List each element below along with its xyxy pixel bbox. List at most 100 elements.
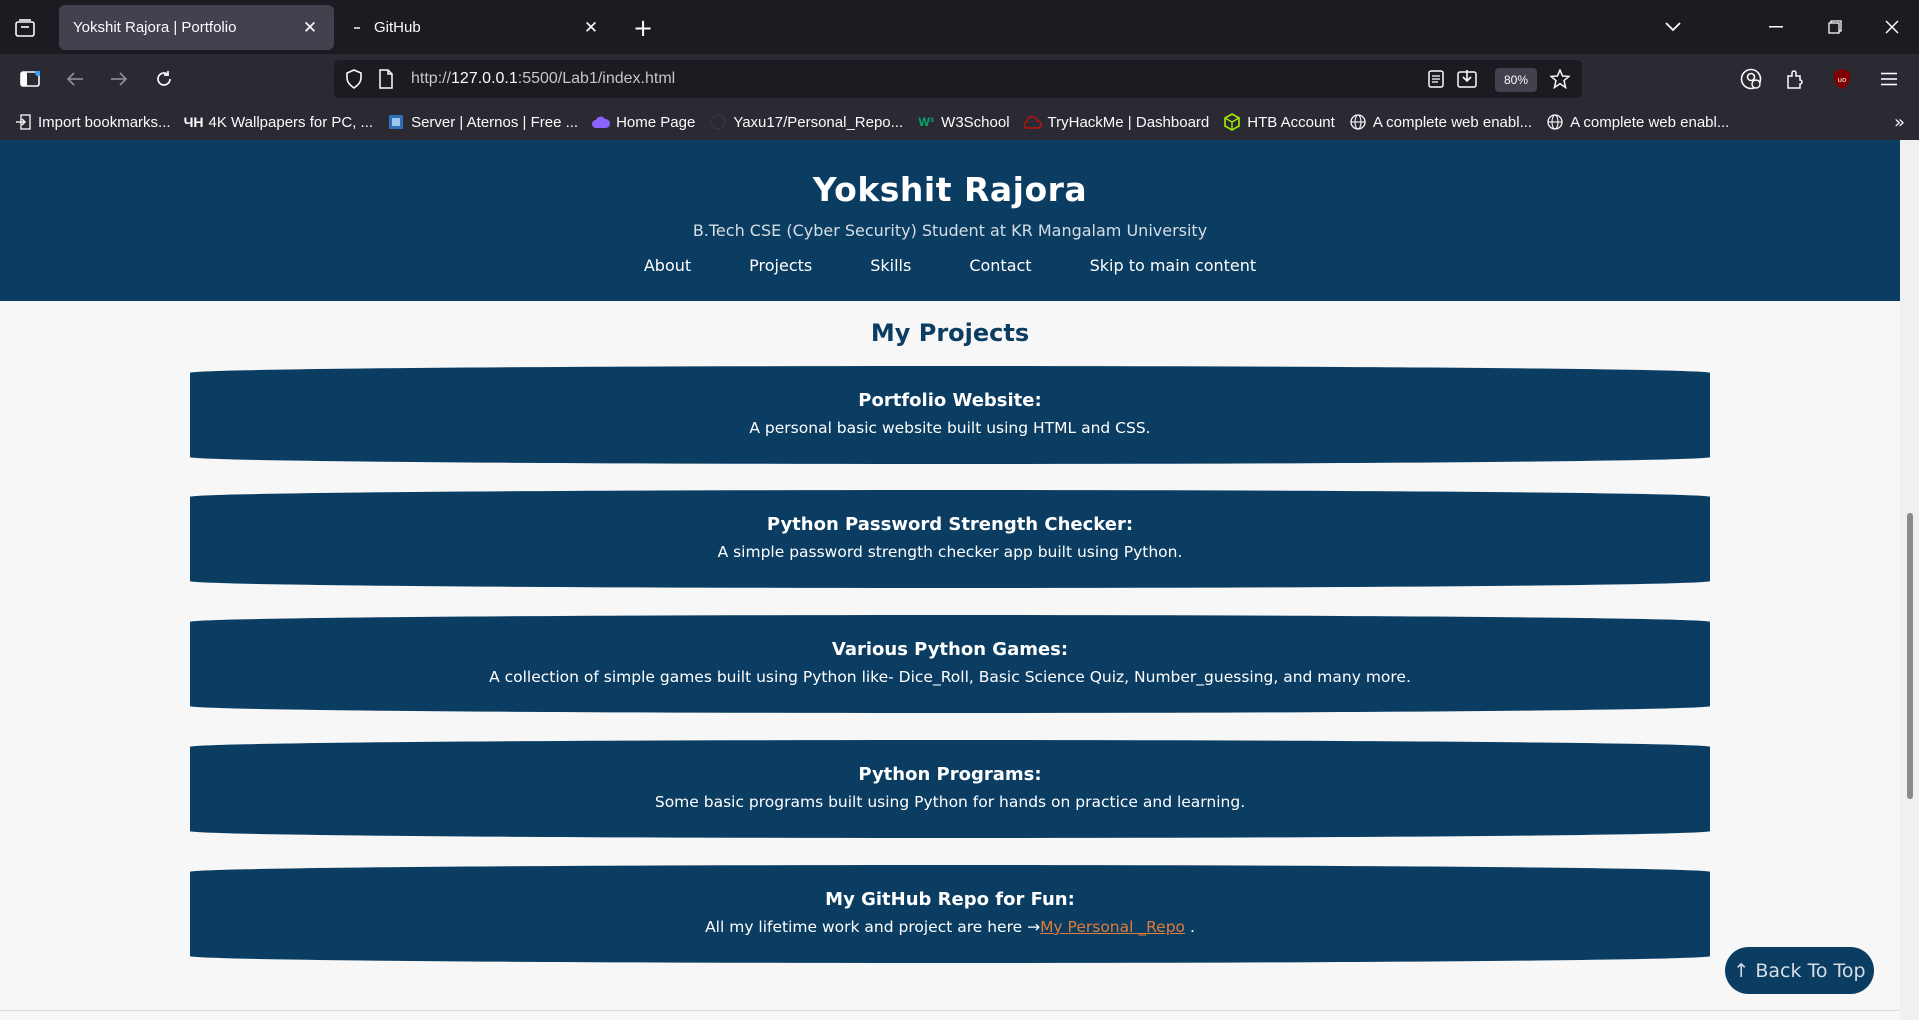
back-icon[interactable] (59, 63, 91, 95)
project-title: Portfolio Website: (858, 390, 1042, 411)
page-scrollbar[interactable] (1900, 140, 1919, 1020)
globe-icon (1349, 113, 1367, 131)
project-card: Various Python Games: A collection of si… (190, 615, 1710, 713)
address-bar[interactable]: http://127.0.0.1:5500/Lab1/index.html 80… (334, 60, 1582, 98)
bookmark-label: Import bookmarks... (38, 113, 171, 131)
htb-icon (1223, 113, 1241, 131)
bookmarks-overflow-icon[interactable]: » (1894, 112, 1905, 133)
project-description: A collection of simple games built using… (489, 668, 1411, 686)
bookmark-label: TryHackMe | Dashboard (1047, 113, 1210, 131)
account-icon[interactable] (1735, 63, 1767, 95)
bookmark-label: HTB Account (1247, 113, 1335, 131)
tab-list-icon[interactable] (10, 13, 40, 43)
project-desc-prefix: All my lifetime work and project are her… (705, 918, 1041, 936)
nav-link-skills[interactable]: Skills (870, 256, 911, 275)
tab-loading-icon (354, 26, 360, 29)
reload-icon[interactable] (148, 63, 180, 95)
bookmark-home-page[interactable]: Home Page (592, 113, 695, 131)
w3school-icon: W³ (918, 115, 934, 129)
zoom-level-badge[interactable]: 80% (1495, 68, 1537, 92)
site-header: Yokshit Rajora B.Tech CSE (Cyber Securit… (0, 140, 1900, 301)
site-nav: About Projects Skills Contact Skip to ma… (0, 256, 1900, 275)
bookmark-label: Yaxu17/Personal_Repo... (733, 113, 904, 131)
project-desc-suffix: . (1185, 918, 1195, 936)
bookmark-label: 4K Wallpapers for PC, ... (208, 113, 374, 131)
url-path: :5500/Lab1/index.html (517, 70, 676, 87)
project-description: Some basic programs built using Python f… (654, 793, 1246, 811)
tab-github[interactable]: GitHub ✕ (340, 5, 615, 50)
new-tab-button[interactable]: + (628, 14, 658, 42)
bookmark-htb[interactable]: HTB Account (1223, 113, 1335, 131)
bookmark-tryhackme[interactable]: TryHackMe | Dashboard (1023, 113, 1210, 131)
bookmark-import[interactable]: Import bookmarks... (14, 113, 171, 131)
bookmark-web-1[interactable]: A complete web enabl... (1349, 113, 1532, 131)
cloud-icon (592, 113, 611, 131)
forward-icon[interactable] (103, 63, 135, 95)
reader-view-icon[interactable] (1428, 70, 1444, 92)
site-subtitle: B.Tech CSE (Cyber Security) Student at K… (692, 221, 1208, 240)
tab-strip: Yokshit Rajora | Portfolio ✕ GitHub ✕ + (0, 0, 1919, 54)
list-all-tabs-icon[interactable] (1653, 10, 1693, 44)
site-name: Yokshit Rajora (812, 170, 1088, 209)
project-title: My GitHub Repo for Fun: (825, 889, 1075, 910)
project-card: Python Password Strength Checker: A simp… (190, 490, 1710, 588)
svg-text:uo: uo (1838, 76, 1847, 84)
import-icon (14, 113, 32, 131)
project-title: Python Password Strength Checker: (766, 514, 1134, 535)
globe-icon (1546, 113, 1564, 131)
aternos-icon (387, 113, 405, 131)
nav-link-contact[interactable]: Contact (969, 256, 1031, 275)
bookmark-label: Home Page (616, 113, 696, 131)
bookmark-wallpapers[interactable]: ЧН 4K Wallpapers for PC, ... (183, 113, 374, 131)
page-viewport: Yokshit Rajora B.Tech CSE (Cyber Securit… (0, 140, 1900, 1020)
project-title: Python Programs: (858, 764, 1042, 785)
bookmark-label: A complete web enabl... (1372, 113, 1533, 131)
tab-title: GitHub (374, 19, 421, 36)
back-to-top-button[interactable]: ↑ Back To Top (1725, 947, 1874, 994)
bookmark-w3school[interactable]: W³ W3School (917, 113, 1009, 131)
project-card: My GitHub Repo for Fun: All my lifetime … (190, 865, 1710, 963)
download-icon[interactable] (1457, 69, 1477, 93)
bookmark-web-2[interactable]: A complete web enabl... (1546, 113, 1729, 131)
bookmarks-bar: Import bookmarks... ЧН 4K Wallpapers for… (0, 104, 1919, 140)
minimize-icon[interactable] (1756, 10, 1796, 44)
tryhackme-icon (1023, 113, 1042, 131)
section-title: My Projects (870, 319, 1030, 347)
shield-icon[interactable] (345, 69, 363, 93)
page-icon[interactable] (378, 69, 394, 93)
project-description: A personal basic website built using HTM… (749, 419, 1151, 437)
personal-repo-link[interactable]: My Personal _Repo (1040, 918, 1185, 936)
project-description: All my lifetime work and project are her… (190, 918, 1710, 936)
ublock-origin-icon[interactable]: uo (1826, 63, 1858, 95)
project-card: Python Programs: Some basic programs bui… (190, 740, 1710, 838)
extensions-icon[interactable] (1779, 63, 1811, 95)
nav-link-projects[interactable]: Projects (749, 256, 812, 275)
bookmark-label: Server | Aternos | Free ... (411, 113, 579, 131)
github-icon (709, 113, 727, 131)
window-close-icon[interactable] (1872, 10, 1912, 44)
close-icon[interactable]: ✕ (300, 18, 320, 38)
tab-portfolio[interactable]: Yokshit Rajora | Portfolio ✕ (59, 5, 334, 50)
url-prefix: http:// (411, 70, 452, 87)
menu-icon[interactable] (1873, 63, 1905, 95)
project-title: Various Python Games: (831, 639, 1069, 660)
nav-link-about[interactable]: About (644, 256, 691, 275)
wallpaper-site-icon: ЧН (183, 114, 204, 130)
project-card: Portfolio Website: A personal basic webs… (190, 366, 1710, 464)
close-icon[interactable]: ✕ (581, 18, 601, 38)
bookmark-star-icon[interactable] (1549, 68, 1571, 93)
project-description: A simple password strength checker app b… (717, 543, 1183, 561)
bookmark-label: W3School (941, 113, 1010, 131)
navigation-toolbar: http://127.0.0.1:5500/Lab1/index.html 80… (0, 54, 1919, 104)
divider (0, 1010, 1900, 1011)
url-text[interactable]: http://127.0.0.1:5500/Lab1/index.html (411, 70, 675, 88)
bookmark-github-repo[interactable]: Yaxu17/Personal_Repo... (709, 113, 903, 131)
bookmark-label: A complete web enabl... (1570, 113, 1730, 131)
tab-title: Yokshit Rajora | Portfolio (73, 19, 237, 36)
restore-icon[interactable] (1815, 10, 1855, 44)
scrollbar-thumb[interactable] (1907, 513, 1913, 799)
sidebar-icon[interactable] (14, 63, 46, 95)
nav-link-skip-to-main[interactable]: Skip to main content (1090, 256, 1257, 275)
url-host: 127.0.0.1 (451, 70, 518, 87)
bookmark-aternos[interactable]: Server | Aternos | Free ... (387, 113, 578, 131)
